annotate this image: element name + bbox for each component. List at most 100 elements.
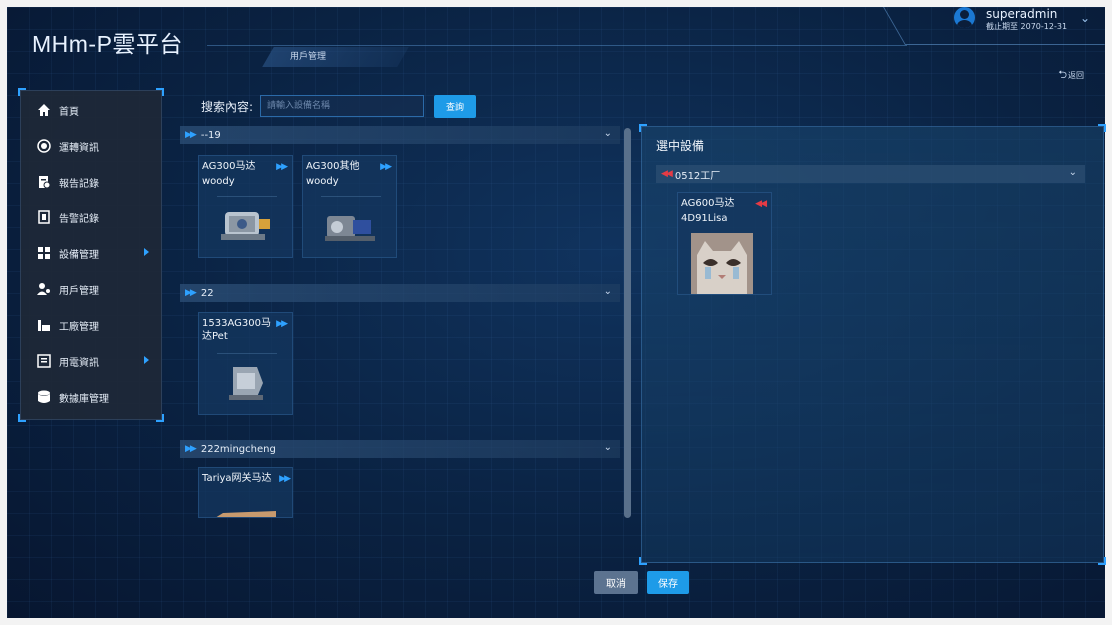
double-arrow-icon: ◀◀ <box>661 169 673 179</box>
device-card[interactable]: AG300马达 woody ▶▶ <box>198 155 293 258</box>
add-arrow-icon[interactable]: ▶▶ <box>276 162 288 172</box>
search-input[interactable] <box>260 95 424 117</box>
device-name: 1533AG300马达Pet <box>202 318 271 342</box>
header-divider <box>207 45 907 46</box>
breadcrumb: 用戶管理 <box>290 52 327 62</box>
report-icon <box>37 175 51 189</box>
back-button[interactable]: ⮌返回 <box>1058 66 1084 85</box>
device-photo <box>691 233 753 294</box>
save-button[interactable]: 保存 <box>647 571 689 594</box>
sidebar-item-database[interactable]: 數據庫管理 <box>21 384 161 410</box>
sidebar: 首頁 運轉資訊 報告記錄 告警記錄 設備管理 用戶管理 工廠管理 用電資訊 數據… <box>18 88 164 422</box>
expand-arrow-icon <box>144 248 149 256</box>
sidebar-item-label: 運轉資訊 <box>59 142 99 154</box>
remove-arrow-icon[interactable]: ◀◀ <box>755 199 767 209</box>
card-divider <box>217 196 277 197</box>
sidebar-item-label: 數據庫管理 <box>59 393 109 405</box>
user-name: superadmin <box>986 7 1058 21</box>
motor-image <box>216 511 276 517</box>
sidebar-item-label: 報告記錄 <box>59 178 99 190</box>
back-arrow-icon: ⮌ <box>1058 68 1067 81</box>
sidebar-item-label: 用戶管理 <box>59 285 99 297</box>
corner-decoration <box>1098 124 1106 132</box>
search-button[interactable]: 查詢 <box>434 95 476 118</box>
sidebar-item-device[interactable]: 設備管理 <box>21 240 161 266</box>
double-arrow-icon: ▶▶ <box>185 288 197 298</box>
expand-arrow-icon <box>144 356 149 364</box>
device-name: AG300其他 <box>306 161 360 172</box>
home-icon <box>37 103 51 117</box>
group-name: 222mingcheng <box>200 443 276 455</box>
add-arrow-icon[interactable]: ▶▶ <box>380 162 392 172</box>
group-name: --19 <box>200 129 221 141</box>
header: MHm-P雲平台 <box>7 7 1105 69</box>
add-arrow-icon[interactable]: ▶▶ <box>279 474 291 484</box>
selected-devices-panel: 選中設備 ◀◀ 0512工厂 ⌄ AG600马达 4D91Lisa ◀◀ <box>639 124 1106 565</box>
operation-icon <box>37 139 51 153</box>
group-header[interactable]: ▶▶ --19 ⌄ <box>180 126 620 144</box>
card-divider <box>217 353 277 354</box>
chevron-down-icon[interactable]: ⌄ <box>604 286 612 297</box>
selected-device-card[interactable]: AG600马达 4D91Lisa ◀◀ <box>677 192 772 295</box>
motor-image <box>325 216 375 241</box>
back-label: 返回 <box>1068 71 1084 80</box>
device-owner: woody <box>202 176 235 187</box>
chevron-down-icon[interactable]: ⌄ <box>604 128 612 139</box>
sidebar-item-label: 用電資訊 <box>59 357 99 369</box>
card-divider <box>321 196 381 197</box>
sidebar-item-label: 工廠管理 <box>59 321 99 333</box>
sidebar-item-factory[interactable]: 工廠管理 <box>21 312 161 338</box>
motor-image <box>229 367 263 400</box>
device-owner: woody <box>306 176 339 187</box>
breadcrumb-tab <box>262 47 409 67</box>
user-menu[interactable]: superadmin 截止期至 2070-12-31 ⌄ <box>954 5 1090 35</box>
group-name: 0512工厂 <box>674 170 721 182</box>
double-arrow-icon: ▶▶ <box>185 130 197 140</box>
corner-decoration <box>639 124 647 132</box>
sidebar-item-power[interactable]: 用電資訊 <box>21 348 161 374</box>
device-card[interactable]: AG300其他 woody ▶▶ <box>302 155 397 258</box>
device-name: AG600马达 <box>681 198 735 209</box>
chevron-down-icon[interactable]: ⌄ <box>1080 11 1090 25</box>
corner-decoration <box>156 414 164 422</box>
power-icon <box>37 354 51 368</box>
group-name: 22 <box>200 287 214 299</box>
device-name: Tariya网关马达 <box>202 473 272 484</box>
corner-decoration <box>1098 557 1106 565</box>
sidebar-item-operation[interactable]: 運轉資訊 <box>21 133 161 159</box>
device-name: AG300马达 <box>202 161 256 172</box>
device-owner: 4D91Lisa <box>681 213 728 224</box>
double-arrow-icon: ▶▶ <box>185 444 197 454</box>
sidebar-item-report[interactable]: 報告記錄 <box>21 169 161 195</box>
chevron-down-icon[interactable]: ⌄ <box>1069 167 1077 178</box>
motor-image <box>221 212 270 240</box>
scrollbar[interactable] <box>624 128 631 518</box>
group-header[interactable]: ▶▶ 222mingcheng ⌄ <box>180 440 620 458</box>
device-card[interactable]: Tariya网关马达 ▶▶ <box>198 467 293 518</box>
sidebar-item-label: 設備管理 <box>59 249 99 261</box>
app-title: MHm-P雲平台 <box>32 31 183 57</box>
corner-decoration <box>639 557 647 565</box>
sidebar-item-alarm[interactable]: 告警記錄 <box>21 204 161 230</box>
user-avatar-icon <box>954 7 975 28</box>
search-label: 搜索內容: <box>201 100 254 114</box>
users-icon <box>37 282 51 296</box>
panel-title: 選中設備 <box>656 139 705 153</box>
database-icon <box>37 390 51 404</box>
factory-icon <box>37 318 51 332</box>
chevron-down-icon[interactable]: ⌄ <box>604 442 612 453</box>
selected-group-header[interactable]: ◀◀ 0512工厂 ⌄ <box>656 165 1085 183</box>
add-arrow-icon[interactable]: ▶▶ <box>276 319 288 329</box>
sidebar-item-label: 告警記錄 <box>59 213 99 225</box>
device-icon <box>37 246 51 260</box>
cancel-button[interactable]: 取消 <box>594 571 638 594</box>
device-card[interactable]: 1533AG300马达Pet ▶▶ <box>198 312 293 415</box>
sidebar-item-users[interactable]: 用戶管理 <box>21 276 161 302</box>
corner-decoration <box>18 414 26 422</box>
user-expiry: 截止期至 2070-12-31 <box>986 22 1068 31</box>
sidebar-item-home[interactable]: 首頁 <box>21 97 161 123</box>
sidebar-item-label: 首頁 <box>59 106 79 118</box>
alarm-icon <box>37 210 51 224</box>
group-header[interactable]: ▶▶ 22 ⌄ <box>180 284 620 302</box>
corner-decoration <box>18 88 26 96</box>
